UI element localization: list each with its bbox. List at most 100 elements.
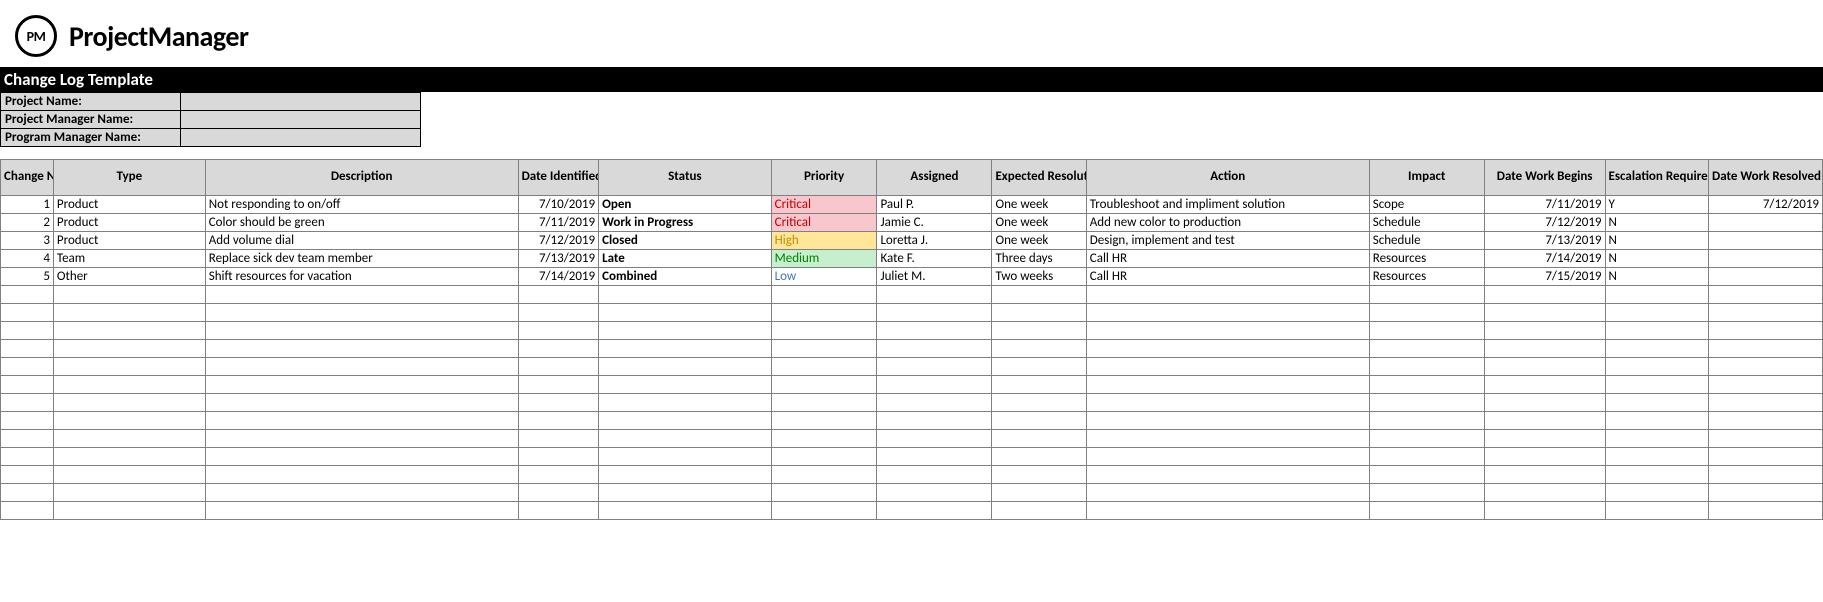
empty-cell[interactable]	[1086, 322, 1369, 340]
empty-cell[interactable]	[1709, 430, 1823, 448]
cell-work-begins[interactable]: 7/12/2019	[1484, 214, 1605, 232]
empty-cell[interactable]	[1484, 340, 1605, 358]
cell-date-id[interactable]: 7/14/2019	[518, 268, 599, 286]
cell-escalation[interactable]: N	[1605, 214, 1709, 232]
cell-impact[interactable]: Scope	[1369, 196, 1484, 214]
empty-cell[interactable]	[1709, 340, 1823, 358]
cell-no[interactable]: 2	[1, 214, 54, 232]
empty-cell[interactable]	[877, 304, 992, 322]
empty-cell[interactable]	[1086, 376, 1369, 394]
empty-cell[interactable]	[1, 502, 54, 520]
empty-cell[interactable]	[518, 376, 599, 394]
empty-cell[interactable]	[1605, 322, 1709, 340]
cell-exp-res[interactable]: One week	[992, 196, 1086, 214]
empty-cell[interactable]	[1, 340, 54, 358]
cell-desc[interactable]: Color should be green	[205, 214, 518, 232]
empty-cell[interactable]	[1369, 304, 1484, 322]
empty-cell[interactable]	[599, 322, 772, 340]
empty-cell[interactable]	[1709, 358, 1823, 376]
empty-cell[interactable]	[53, 430, 205, 448]
cell-impact[interactable]: Schedule	[1369, 232, 1484, 250]
empty-cell[interactable]	[53, 322, 205, 340]
cell-status[interactable]: Work in Progress	[599, 214, 772, 232]
empty-cell[interactable]	[771, 358, 877, 376]
empty-cell[interactable]	[599, 448, 772, 466]
cell-desc[interactable]: Replace sick dev team member	[205, 250, 518, 268]
cell-assigned[interactable]: Loretta J.	[877, 232, 992, 250]
cell-status[interactable]: Combined	[599, 268, 772, 286]
empty-cell[interactable]	[205, 448, 518, 466]
cell-assigned[interactable]: Paul P.	[877, 196, 992, 214]
empty-cell[interactable]	[599, 340, 772, 358]
empty-cell[interactable]	[877, 322, 992, 340]
empty-cell[interactable]	[1484, 412, 1605, 430]
empty-cell[interactable]	[992, 304, 1086, 322]
empty-cell[interactable]	[1709, 466, 1823, 484]
empty-cell[interactable]	[1086, 394, 1369, 412]
empty-cell[interactable]	[1369, 286, 1484, 304]
empty-cell[interactable]	[518, 358, 599, 376]
empty-cell[interactable]	[518, 430, 599, 448]
empty-cell[interactable]	[599, 484, 772, 502]
empty-cell[interactable]	[1605, 430, 1709, 448]
cell-exp-res[interactable]: Three days	[992, 250, 1086, 268]
cell-type[interactable]: Team	[53, 250, 205, 268]
cell-resolved[interactable]	[1709, 232, 1823, 250]
empty-cell[interactable]	[771, 304, 877, 322]
empty-cell[interactable]	[205, 394, 518, 412]
empty-cell[interactable]	[1369, 484, 1484, 502]
cell-work-begins[interactable]: 7/11/2019	[1484, 196, 1605, 214]
cell-priority[interactable]: Critical	[771, 196, 877, 214]
empty-cell[interactable]	[518, 304, 599, 322]
empty-cell[interactable]	[1709, 322, 1823, 340]
empty-cell[interactable]	[205, 502, 518, 520]
empty-cell[interactable]	[992, 286, 1086, 304]
empty-cell[interactable]	[771, 376, 877, 394]
empty-cell[interactable]	[877, 430, 992, 448]
empty-cell[interactable]	[1605, 412, 1709, 430]
empty-cell[interactable]	[1709, 376, 1823, 394]
empty-cell[interactable]	[1, 358, 54, 376]
empty-cell[interactable]	[992, 394, 1086, 412]
empty-cell[interactable]	[1484, 322, 1605, 340]
cell-no[interactable]: 4	[1, 250, 54, 268]
cell-action[interactable]: Troubleshoot and impliment solution	[1086, 196, 1369, 214]
empty-cell[interactable]	[1369, 448, 1484, 466]
cell-exp-res[interactable]: One week	[992, 232, 1086, 250]
empty-cell[interactable]	[1369, 394, 1484, 412]
empty-cell[interactable]	[992, 448, 1086, 466]
empty-cell[interactable]	[1709, 502, 1823, 520]
project-name-value[interactable]	[181, 93, 421, 111]
cell-exp-res[interactable]: Two weeks	[992, 268, 1086, 286]
empty-cell[interactable]	[53, 340, 205, 358]
cell-impact[interactable]: Resources	[1369, 268, 1484, 286]
cell-priority[interactable]: Low	[771, 268, 877, 286]
empty-cell[interactable]	[1369, 466, 1484, 484]
empty-cell[interactable]	[53, 502, 205, 520]
cell-escalation[interactable]: Y	[1605, 196, 1709, 214]
cell-escalation[interactable]: N	[1605, 268, 1709, 286]
empty-cell[interactable]	[1, 448, 54, 466]
empty-cell[interactable]	[771, 448, 877, 466]
empty-cell[interactable]	[1086, 484, 1369, 502]
empty-cell[interactable]	[205, 376, 518, 394]
empty-cell[interactable]	[518, 412, 599, 430]
empty-cell[interactable]	[599, 286, 772, 304]
empty-cell[interactable]	[205, 286, 518, 304]
empty-cell[interactable]	[53, 304, 205, 322]
empty-cell[interactable]	[518, 286, 599, 304]
empty-cell[interactable]	[1086, 502, 1369, 520]
empty-cell[interactable]	[877, 502, 992, 520]
cell-work-begins[interactable]: 7/13/2019	[1484, 232, 1605, 250]
empty-cell[interactable]	[1086, 466, 1369, 484]
empty-cell[interactable]	[1605, 448, 1709, 466]
empty-cell[interactable]	[1369, 340, 1484, 358]
empty-cell[interactable]	[205, 484, 518, 502]
empty-cell[interactable]	[1709, 394, 1823, 412]
cell-action[interactable]: Call HR	[1086, 250, 1369, 268]
empty-cell[interactable]	[1709, 448, 1823, 466]
cell-no[interactable]: 3	[1, 232, 54, 250]
empty-cell[interactable]	[599, 304, 772, 322]
empty-cell[interactable]	[877, 394, 992, 412]
empty-cell[interactable]	[599, 430, 772, 448]
